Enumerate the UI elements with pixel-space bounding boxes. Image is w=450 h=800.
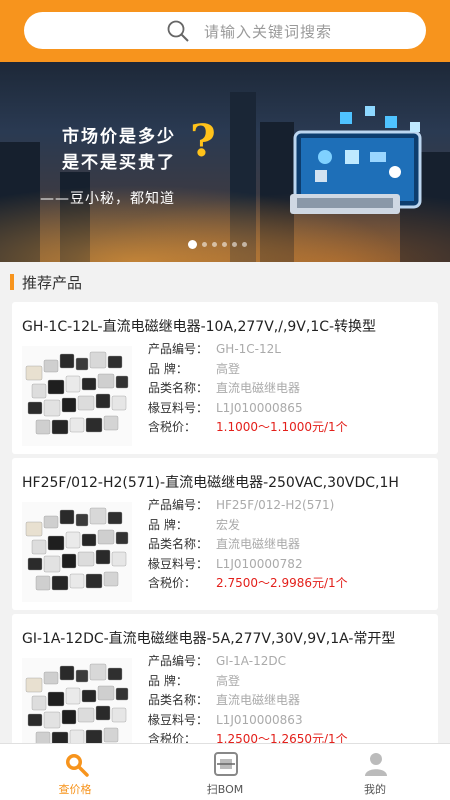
carousel-dot[interactable] — [222, 242, 227, 247]
nav-tab-price-label: 查价格 — [58, 783, 92, 796]
product-card[interactable]: HF25F/012-H2(571)-直流电磁继电器-250VAC,30VDC,1… — [12, 458, 438, 610]
nav-tab-scan-bom-label: 扫BOM — [206, 783, 244, 796]
price-value: 2.7500～2.9986元/1个 — [216, 576, 348, 590]
section-title: 推荐产品 — [22, 274, 83, 292]
category-label: 品类名称： — [148, 693, 209, 707]
carousel-dot[interactable] — [242, 242, 247, 247]
banner-headline-2: 是不是买贵了 — [62, 153, 176, 173]
ldb-no-value: L1J010000865 — [216, 400, 303, 415]
product-no-value: GH-1C-12L — [216, 342, 281, 356]
category-label: 品类名称： — [148, 537, 209, 551]
product-no-value: GI-1A-12DC — [216, 654, 286, 668]
product-no-label: 产品编号： — [148, 654, 209, 668]
ldb-no-value: L1J010000782 — [216, 556, 303, 571]
product-no-value: HF25F/012-H2(571) — [216, 498, 335, 512]
category-value: 直流电磁继电器 — [216, 381, 301, 395]
scan-icon — [214, 752, 238, 776]
brand-label: 品 牌： — [148, 361, 188, 376]
carousel-indicator[interactable] — [188, 240, 247, 249]
nav-tab-mine-label: 我的 — [364, 783, 386, 796]
product-title[interactable]: HF25F/012-H2(571)-直流电磁继电器-250VAC,30VDC,1… — [22, 472, 432, 492]
ldb-no-value: L1J010000863 — [216, 712, 303, 727]
brand-label: 品 牌： — [148, 517, 188, 532]
nav-tab-mine[interactable]: 我的 — [300, 744, 450, 800]
search-icon — [167, 20, 189, 42]
bottom-nav: 查价格 扫BOM 我的 — [0, 743, 450, 800]
user-icon — [365, 753, 387, 776]
price-value: 1.1000～1.1000元/1个 — [216, 420, 348, 434]
search-bar[interactable]: 请输入关键词搜索 — [24, 12, 426, 49]
app-header: 请输入关键词搜索 — [0, 0, 450, 62]
price-label: 含税价： — [148, 576, 197, 590]
product-no-label: 产品编号： — [148, 342, 209, 356]
banner-question-mark: ? — [190, 116, 216, 167]
product-card[interactable]: GH-1C-12L-直流电磁继电器-10A,277V,/,9V,1C-转换型 产… — [12, 302, 438, 454]
category-value: 直流电磁继电器 — [216, 693, 301, 707]
promo-banner[interactable]: 市场价是多少 是不是买贵了 ? ——豆小秘，都知道 — [0, 62, 450, 262]
product-thumbnail[interactable] — [22, 502, 132, 602]
banner-tagline: ——豆小秘，都知道 — [40, 191, 175, 207]
carousel-dot[interactable] — [202, 242, 207, 247]
product-title[interactable]: GH-1C-12L-直流电磁继电器-10A,277V,/,9V,1C-转换型 — [22, 316, 432, 336]
section-header: 推荐产品 — [0, 262, 450, 302]
section-accent-bar — [10, 274, 14, 290]
brand-value: 高登 — [216, 673, 241, 688]
product-title[interactable]: GI-1A-12DC-直流电磁继电器-5A,277V,30V,9V,1A-常开型 — [22, 628, 432, 648]
category-value: 直流电磁继电器 — [216, 537, 301, 551]
brand-value: 宏发 — [216, 517, 241, 532]
nav-tab-price[interactable]: 查价格 — [0, 744, 150, 800]
ldb-no-label: 椽豆料号： — [148, 712, 209, 727]
carousel-dot[interactable] — [232, 242, 237, 247]
product-thumbnail[interactable] — [22, 346, 132, 446]
product-no-label: 产品编号： — [148, 498, 209, 512]
brand-label: 品 牌： — [148, 673, 188, 688]
banner-headline-1: 市场价是多少 — [62, 127, 176, 147]
category-label: 品类名称： — [148, 381, 209, 395]
tech-computer-illustration — [290, 106, 422, 214]
search-placeholder: 请输入关键词搜索 — [204, 23, 333, 41]
carousel-dot[interactable] — [212, 242, 217, 247]
ldb-no-label: 椽豆料号： — [148, 400, 209, 415]
carousel-dot[interactable] — [188, 240, 197, 249]
price-label: 含税价： — [148, 420, 197, 434]
search-price-icon — [66, 754, 89, 777]
ldb-no-label: 椽豆料号： — [148, 556, 209, 571]
nav-tab-scan-bom[interactable]: 扫BOM — [150, 744, 300, 800]
brand-value: 高登 — [216, 361, 241, 376]
